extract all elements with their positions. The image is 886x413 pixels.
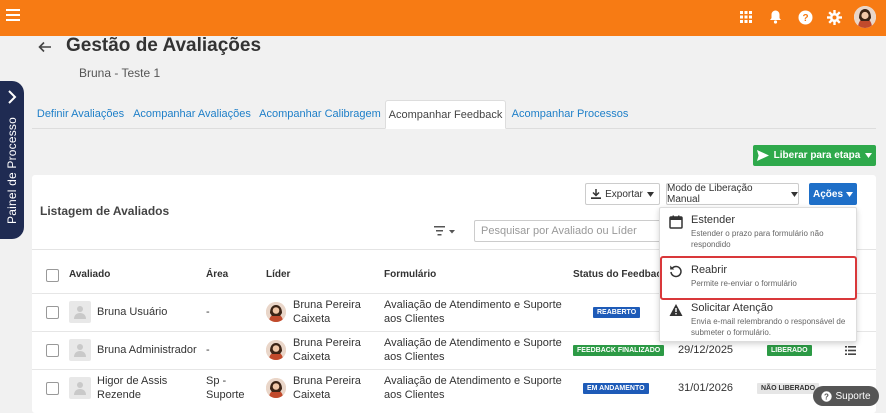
menu-item-title: Solicitar Atenção <box>691 302 773 314</box>
tab-acompanhar-calibragem[interactable]: Acompanhar Calibragem <box>255 100 385 129</box>
avaliado-avatar <box>69 301 91 323</box>
menu-item-desc: Estender o prazo para formulário não res… <box>691 229 824 249</box>
area: Sp - Suporte <box>206 375 245 401</box>
date-value: 29/12/2025 <box>678 344 734 356</box>
grid-icon[interactable] <box>737 8 755 26</box>
liberar-para-etapa-button[interactable]: Liberar para etapa <box>753 145 876 166</box>
avaliado-name: Bruna Administrador <box>97 344 197 356</box>
row-checkbox[interactable] <box>46 382 59 395</box>
support-button[interactable]: ? Suporte <box>813 386 879 406</box>
tab-acompanhar-avaliacoes[interactable]: Acompanhar Avaliações <box>129 100 255 129</box>
formulario: Avaliação de Atendimento e Suporte aos C… <box>384 375 562 401</box>
user-avatar[interactable] <box>854 6 876 28</box>
help-icon: ? <box>821 390 833 402</box>
liberacao-badge: LIBERADO <box>767 345 812 356</box>
menu-item-solicitar-atencao[interactable]: Solicitar Atenção Envia e-mail relembran… <box>660 301 858 343</box>
tab-acompanhar-feedback[interactable]: Acompanhar Feedback <box>385 100 506 129</box>
area: - <box>206 306 210 318</box>
row-divider <box>32 369 876 370</box>
avaliado-name: Higor de Assis Rezende <box>97 375 168 401</box>
tab-bar: Definir Avaliações Acompanhar Avaliações… <box>32 100 876 129</box>
list-icon[interactable] <box>845 346 856 355</box>
process-panel-label: Painel de Processo <box>5 117 19 225</box>
menu-item-estender[interactable]: Estender Estender o prazo para formulári… <box>660 208 858 256</box>
caret-down-icon <box>846 191 853 197</box>
avaliado-name: Bruna Usuário <box>97 306 168 318</box>
back-arrow-icon[interactable] <box>38 40 52 54</box>
lider-avatar <box>266 378 286 398</box>
col-area: Área <box>206 269 229 280</box>
exportar-button[interactable]: Exportar <box>585 183 660 205</box>
formulario: Avaliação de Atendimento e Suporte aos C… <box>384 337 562 363</box>
avaliado-avatar <box>69 377 91 399</box>
hamburger-icon[interactable] <box>6 9 20 23</box>
gear-icon[interactable] <box>825 8 843 26</box>
help-icon[interactable]: ? <box>796 8 814 26</box>
col-formulario: Formulário <box>384 269 437 280</box>
lider-avatar <box>266 340 286 360</box>
row-checkbox[interactable] <box>46 344 59 357</box>
warning-icon <box>669 304 683 316</box>
tab-definir-avaliacoes[interactable]: Definir Avaliações <box>32 100 129 129</box>
col-status: Status do Feedback <box>573 269 668 280</box>
page-subtitle: Bruna - Teste 1 <box>79 66 161 80</box>
svg-text:?: ? <box>825 392 830 401</box>
caret-down-icon <box>646 191 654 197</box>
status-badge: FEEDBACK FINALIZADO <box>573 345 665 356</box>
tab-acompanhar-processos[interactable]: Acompanhar Processos <box>506 100 634 129</box>
status-badge: EM ANDAMENTO <box>583 383 649 394</box>
acoes-label: Ações <box>812 188 843 200</box>
modo-liberacao-button[interactable]: Modo de Liberação Manual <box>666 183 799 205</box>
col-avaliado: Avaliado <box>69 269 111 280</box>
acoes-button[interactable]: Ações <box>809 183 857 205</box>
filter-icon[interactable] <box>434 224 456 238</box>
calendar-icon <box>669 215 683 229</box>
lider-avatar <box>266 302 286 322</box>
page-title: Gestão de Avaliações <box>66 35 262 56</box>
menu-item-title: Estender <box>691 214 736 226</box>
process-panel-toggle[interactable]: Painel de Processo <box>0 81 24 239</box>
search-input[interactable] <box>474 220 664 242</box>
top-bar: ? <box>0 0 886 36</box>
lider-name: Bruna Pereira Caixeta <box>293 299 361 325</box>
svg-text:?: ? <box>802 13 808 24</box>
avaliado-avatar <box>69 339 91 361</box>
date-value: 31/01/2026 <box>678 382 734 394</box>
col-lider: Líder <box>266 269 291 280</box>
bell-icon[interactable] <box>766 8 784 26</box>
area: - <box>206 344 210 356</box>
send-icon <box>756 150 769 161</box>
formulario: Avaliação de Atendimento e Suporte aos C… <box>384 299 562 325</box>
select-all-checkbox[interactable] <box>46 269 59 282</box>
lider-name: Bruna Pereira Caixeta <box>293 375 361 401</box>
liberar-label: Liberar para etapa <box>773 150 861 161</box>
support-label: Suporte <box>835 390 871 402</box>
reabrir-highlight <box>660 256 857 300</box>
exportar-label: Exportar <box>605 188 643 200</box>
download-icon <box>591 189 602 199</box>
caret-down-icon <box>791 191 798 197</box>
row-checkbox[interactable] <box>46 306 59 319</box>
list-title: Listagem de Avaliados <box>40 204 170 218</box>
liberacao-badge: NÃO LIBERADO <box>757 383 820 394</box>
menu-item-desc: Envia e-mail relembrando o responsável d… <box>691 317 846 337</box>
caret-down-icon <box>865 153 873 158</box>
modo-label: Modo de Liberação Manual <box>667 183 753 205</box>
chevron-right-icon <box>8 90 17 104</box>
status-badge: REABERTO <box>593 307 641 318</box>
lider-name: Bruna Pereira Caixeta <box>293 337 361 363</box>
